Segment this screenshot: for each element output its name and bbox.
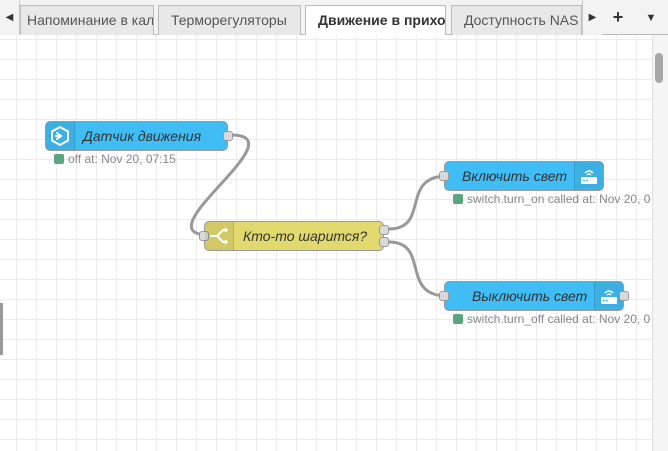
tab-nas-availability[interactable]: Доступность NAS <box>451 5 582 35</box>
caret-down-icon: ▼ <box>645 11 657 24</box>
motion-sensor-label: Датчик движения <box>83 128 202 144</box>
turn-on-light-status-text: switch.turn_on called at: Nov 20, 0 <box>467 192 651 206</box>
scroll-tabs-left-button[interactable]: ◀ <box>0 0 20 35</box>
workspace-tab-bar: ◀ Напоминание в кал Терморегуляторы Движ… <box>0 0 668 36</box>
input-port[interactable] <box>439 171 449 181</box>
tab-hallway-motion[interactable]: Движение в прихо <box>305 5 446 36</box>
scroll-tabs-right-button[interactable]: ▶ <box>582 0 602 35</box>
wire-switch-to-light-on <box>388 174 448 231</box>
add-tab-button[interactable]: + <box>602 0 634 35</box>
turn-off-light-label: Выключить свет <box>472 288 588 304</box>
sidebar-resize-handle[interactable] <box>0 303 3 355</box>
output-port[interactable] <box>619 291 629 301</box>
turn-off-light-status: switch.turn_off called at: Nov 20, 0 <box>453 312 650 326</box>
turn-off-light-status-text: switch.turn_off called at: Nov 20, 0 <box>467 312 651 326</box>
turn-on-light-node[interactable]: Включить свет <box>439 161 604 191</box>
motion-sensor-status-text: off at: Nov 20, 07:15 <box>68 152 176 166</box>
caret-right-icon: ▶ <box>588 12 597 23</box>
tab-thermostats[interactable]: Терморегуляторы <box>158 5 301 35</box>
tab-reminder[interactable]: Напоминание в кал <box>20 5 154 35</box>
router-icon <box>581 170 597 184</box>
output-port-2[interactable] <box>379 237 389 247</box>
output-port-1[interactable] <box>379 225 389 235</box>
caret-left-icon: ◀ <box>5 12 14 23</box>
status-dot-icon <box>453 194 463 204</box>
switch-node-label: Кто-то шарится? <box>243 228 368 244</box>
node-icon-area <box>46 122 75 150</box>
wire-switch-to-light-off <box>388 240 448 298</box>
turn-off-light-node[interactable]: Выключить свет <box>439 281 629 311</box>
status-dot-icon <box>453 314 463 324</box>
motion-sensor-status: off at: Nov 20, 07:15 <box>54 152 176 166</box>
switch-node[interactable]: Кто-то шарится? <box>199 221 389 251</box>
status-dot-icon <box>54 154 64 164</box>
flow-canvas[interactable]: Датчик движения off at: Nov 20, 07:15 Кт… <box>0 35 652 451</box>
input-port[interactable] <box>439 291 449 301</box>
tab-list-menu-button[interactable]: ▼ <box>634 0 668 35</box>
vertical-scrollbar[interactable] <box>652 35 668 451</box>
output-port[interactable] <box>223 131 233 141</box>
turn-on-light-label: Включить свет <box>462 168 567 184</box>
node-icon-area <box>205 222 234 250</box>
node-icon-area <box>574 162 603 190</box>
scrollbar-thumb[interactable] <box>655 53 663 83</box>
motion-sensor-node[interactable]: Датчик движения <box>45 121 233 151</box>
home-assistant-sensor-icon <box>51 125 69 147</box>
switch-branch-icon <box>210 227 229 245</box>
turn-on-light-status: switch.turn_on called at: Nov 20, 0 <box>453 192 650 206</box>
plus-icon: + <box>612 7 624 27</box>
